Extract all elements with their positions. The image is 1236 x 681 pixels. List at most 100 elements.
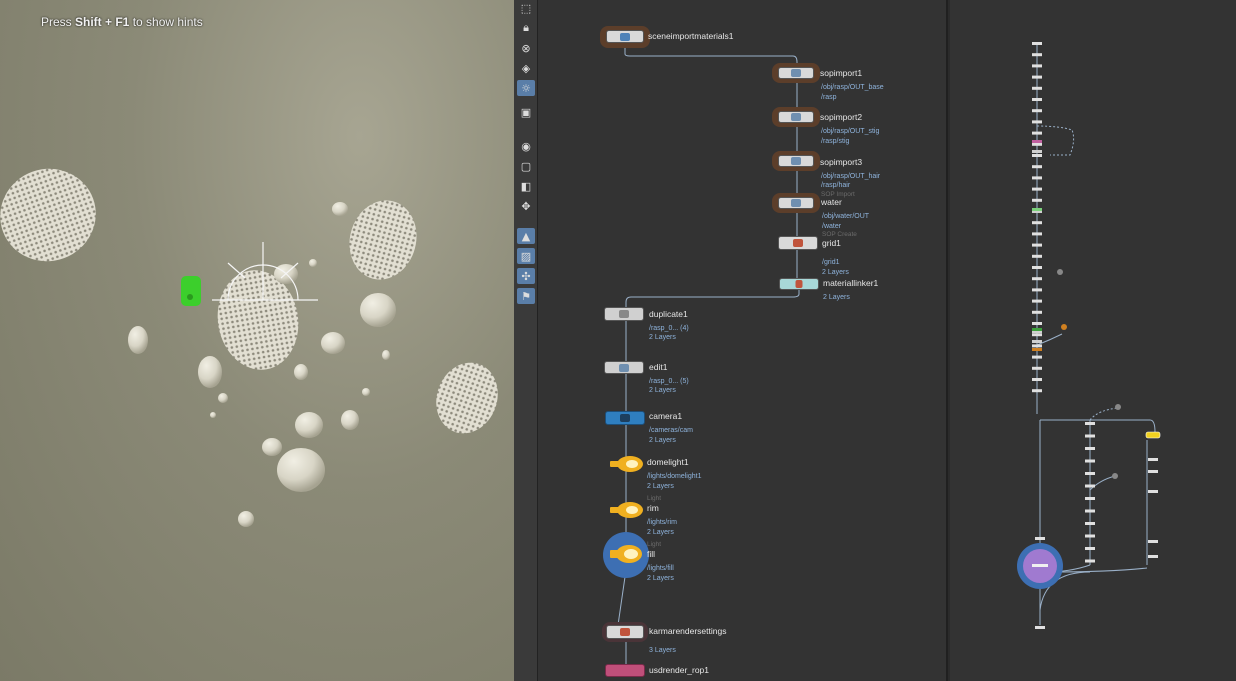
mini-node: [1085, 422, 1095, 425]
mini-node: [1032, 340, 1042, 343]
mini-node: [1032, 389, 1042, 393]
node-label: rim: [647, 503, 659, 513]
node-type: SOP Create: [822, 231, 857, 238]
raspberry-mesh: [436, 362, 498, 434]
light-icon[interactable]: ☼: [517, 80, 535, 96]
node-label: materiallinker1: [823, 278, 879, 288]
mini-node: [1032, 288, 1042, 292]
mini-node: [1032, 243, 1042, 247]
mini-node: [1032, 98, 1042, 101]
mini-node: [1085, 497, 1095, 500]
mini-node: [1032, 131, 1042, 135]
viewport-hint: Press Shift + F1 to show hints: [41, 15, 203, 29]
mini-node: [1032, 333, 1042, 337]
mini-node: [1148, 555, 1158, 558]
light-link-icon[interactable]: ✣: [517, 268, 535, 284]
node-label: duplicate1: [649, 309, 688, 319]
display-icon[interactable]: ▢: [517, 158, 535, 174]
mini-node: [1032, 109, 1042, 113]
visibility-icon[interactable]: ◉: [517, 138, 535, 154]
mini-node: [1032, 378, 1042, 381]
mini-node: [1085, 547, 1095, 550]
node-path: /obj/water/OUT: [822, 213, 870, 220]
mini-node: [1032, 120, 1042, 124]
node-path: /grid1: [822, 259, 840, 266]
node-layers: 2 Layers: [647, 529, 674, 536]
node-label: sopimport3: [820, 157, 863, 167]
pin-icon[interactable]: ◈: [517, 60, 535, 76]
node-rim[interactable]: [608, 501, 648, 524]
mini-node: [1035, 626, 1045, 629]
scene-viewport[interactable]: Press Shift + F1 to show hints: [0, 0, 514, 681]
secondary-network[interactable]: [950, 0, 1236, 681]
node-layers: 2 Layers: [647, 575, 674, 582]
mini-node: [1085, 472, 1095, 475]
node-label: domelight1: [647, 457, 689, 467]
mini-node: [1032, 140, 1042, 143]
network-editor[interactable]: sceneimportmaterials1 sopimport1 /obj/ra…: [538, 0, 948, 681]
mini-node: [1085, 559, 1095, 563]
lock-icon[interactable]: 🔒︎: [517, 20, 535, 36]
mini-node: [1085, 484, 1095, 488]
raspberry-mesh: [0, 168, 96, 262]
mini-node: [1032, 348, 1042, 351]
mini-node: [1085, 534, 1095, 538]
mini-node: [1032, 328, 1042, 331]
mini-node: [1148, 458, 1158, 461]
node-layers: 2 Layers: [823, 294, 850, 301]
mini-node: [1032, 254, 1042, 258]
node-path: /lights/rim: [647, 519, 677, 526]
node-layers: 2 Layers: [649, 437, 676, 444]
viewport-render: [0, 168, 498, 527]
node-path: /rasp: [821, 94, 837, 101]
secondary-network-graph: [1017, 42, 1161, 629]
mini-node: [1032, 150, 1042, 153]
mini-node: [1148, 490, 1158, 493]
node-label: water: [821, 197, 842, 207]
mini-node: [1032, 355, 1042, 359]
camera-icon[interactable]: ▲: [517, 228, 535, 244]
mini-node: [1032, 187, 1042, 191]
node-label: grid1: [822, 238, 841, 248]
network-wires: [617, 46, 800, 665]
node-label: edit1: [649, 362, 668, 372]
mini-node: [1032, 310, 1042, 314]
node-layers: 2 Layers: [822, 269, 849, 276]
node-label: fill: [647, 549, 656, 559]
render-icon[interactable]: ◧: [517, 178, 535, 194]
node-label: sopimport1: [820, 68, 863, 78]
node-fill[interactable]: [602, 532, 650, 583]
mini-node: [1085, 459, 1095, 463]
mini-node: [1085, 434, 1095, 438]
node-label: karmarendersettings: [649, 626, 727, 636]
select-tool-icon[interactable]: ⬚: [517, 0, 535, 16]
mini-node: [1032, 232, 1042, 236]
snapshot-icon[interactable]: ▣: [517, 104, 535, 120]
node-type: Light: [647, 495, 662, 502]
mini-node: [1032, 299, 1042, 303]
node-label: sopimport2: [820, 112, 863, 122]
mini-node: [1032, 64, 1042, 68]
node-domelight1[interactable]: [608, 455, 648, 478]
mini-node: [1032, 142, 1042, 146]
transform-icon[interactable]: ✥: [517, 198, 535, 214]
mini-node: [1148, 540, 1158, 543]
mini-node: [1032, 53, 1042, 57]
node-label: usdrender_rop1: [649, 665, 710, 675]
material-icon[interactable]: ▨: [517, 248, 535, 264]
node-path: /obj/rasp/OUT_base: [821, 84, 884, 91]
mini-node: [1085, 447, 1095, 450]
mini-node: [1032, 154, 1042, 157]
mini-node: [1085, 522, 1095, 525]
pose-icon[interactable]: ⊗: [517, 40, 535, 56]
mini-highlight-node: [1145, 431, 1161, 439]
node-label: sceneimportmaterials1: [648, 31, 734, 41]
node-path: /lights/domelight1: [647, 473, 702, 480]
mini-node: [1032, 198, 1042, 202]
mini-node: [1032, 75, 1042, 79]
node-path: /cameras/cam: [649, 427, 693, 434]
node-layers: 2 Layers: [649, 387, 676, 394]
mini-node: [1032, 165, 1042, 169]
flag-icon[interactable]: ⚑: [517, 288, 535, 304]
mini-nodes: [1032, 42, 1158, 629]
